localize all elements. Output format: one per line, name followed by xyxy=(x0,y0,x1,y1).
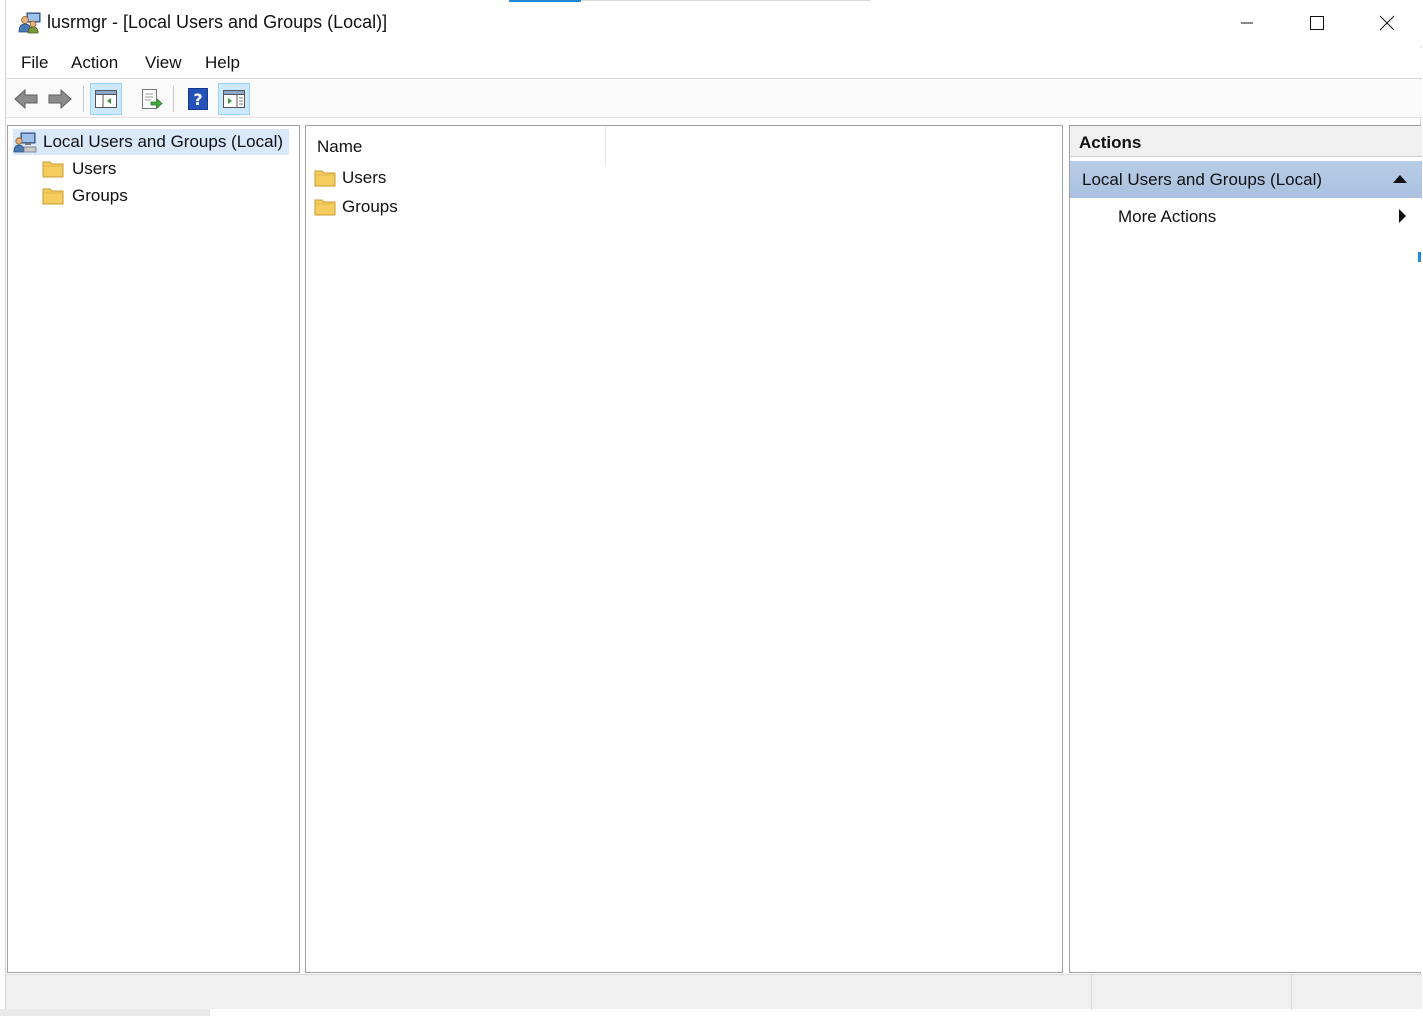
menu-action[interactable]: Action xyxy=(71,53,118,73)
window-title: lusrmgr - [Local Users and Groups (Local… xyxy=(47,12,388,32)
tree-item-label: Groups xyxy=(72,186,128,205)
list-item-label: Groups xyxy=(342,197,398,216)
menu-help[interactable]: Help xyxy=(205,53,240,73)
tree-item-groups[interactable]: Groups xyxy=(42,183,128,209)
show-hide-console-tree-button[interactable] xyxy=(90,83,122,115)
back-button[interactable] xyxy=(10,83,42,115)
collapse-up-icon[interactable] xyxy=(1392,173,1408,185)
taskbar-fragment xyxy=(0,1009,210,1016)
minimize-button[interactable] xyxy=(1212,0,1282,46)
lusrmgr-app-icon[interactable] xyxy=(18,10,42,34)
list-item-users[interactable]: Users xyxy=(314,165,386,191)
forward-arrow-icon xyxy=(48,88,72,110)
toolbar: ? xyxy=(6,80,1422,118)
result-list-pane: Name Users Groups xyxy=(305,125,1063,973)
show-hide-action-pane-button[interactable] xyxy=(218,83,250,115)
actions-header: Actions xyxy=(1070,126,1422,157)
maximize-button[interactable] xyxy=(1282,0,1352,46)
actions-pane: Actions Local Users and Groups (Local) M… xyxy=(1069,125,1422,973)
toolbar-separator xyxy=(173,86,174,112)
bottom-strip xyxy=(0,1009,1423,1016)
menu-view[interactable]: View xyxy=(145,53,182,73)
export-list-button[interactable] xyxy=(135,83,167,115)
menu-file[interactable]: File xyxy=(21,53,48,73)
title-bar: lusrmgr - [Local Users and Groups (Local… xyxy=(6,0,1422,46)
maximize-icon xyxy=(1310,16,1324,30)
toolbar-separator xyxy=(83,86,84,112)
svg-text:?: ? xyxy=(193,90,202,109)
column-header-label: Name xyxy=(317,137,363,156)
status-bar-separator xyxy=(1291,975,1292,1010)
more-actions-item[interactable]: More Actions xyxy=(1070,202,1422,232)
show-hide-action-pane-icon xyxy=(223,90,245,108)
forward-button[interactable] xyxy=(44,83,76,115)
column-header-name[interactable]: Name xyxy=(306,126,606,166)
mmc-window: lusrmgr - [Local Users and Groups (Local… xyxy=(5,0,1422,1010)
close-icon xyxy=(1379,15,1395,31)
folder-icon xyxy=(42,157,66,181)
actions-group-title: Local Users and Groups (Local) xyxy=(1082,170,1323,189)
help-icon: ? xyxy=(188,88,208,110)
title-accent-line xyxy=(509,0,581,2)
status-bar xyxy=(6,974,1422,1010)
export-list-icon xyxy=(142,89,163,109)
title-divider-line xyxy=(581,0,871,1)
list-item-label: Users xyxy=(342,168,387,187)
list-item-groups[interactable]: Groups xyxy=(314,194,398,220)
minimize-icon xyxy=(1241,22,1253,24)
folder-icon xyxy=(314,196,336,218)
show-hide-console-tree-icon xyxy=(95,90,117,108)
tree-item-label: Users xyxy=(72,159,117,178)
back-arrow-icon xyxy=(14,88,38,110)
status-bar-separator xyxy=(1091,975,1092,1010)
console-tree-pane: Local Users and Groups (Local) Users Gro… xyxy=(7,125,300,973)
folder-icon xyxy=(42,184,66,208)
window-edge-mark xyxy=(1418,252,1421,262)
menu-bar: File Action View Help xyxy=(6,48,1422,79)
tree-root-label: Local Users and Groups (Local) xyxy=(43,132,284,151)
help-button[interactable]: ? xyxy=(182,83,214,115)
tree-item-local-users-and-groups[interactable]: Local Users and Groups (Local) xyxy=(13,129,290,155)
folder-icon xyxy=(314,167,336,189)
computer-users-icon xyxy=(13,130,37,154)
more-actions-label: More Actions xyxy=(1118,207,1217,226)
actions-group-header[interactable]: Local Users and Groups (Local) xyxy=(1070,161,1422,198)
close-button[interactable] xyxy=(1352,0,1422,46)
tree-item-users[interactable]: Users xyxy=(42,156,116,182)
actions-header-label: Actions xyxy=(1079,133,1142,152)
submenu-arrow-icon xyxy=(1399,209,1406,223)
